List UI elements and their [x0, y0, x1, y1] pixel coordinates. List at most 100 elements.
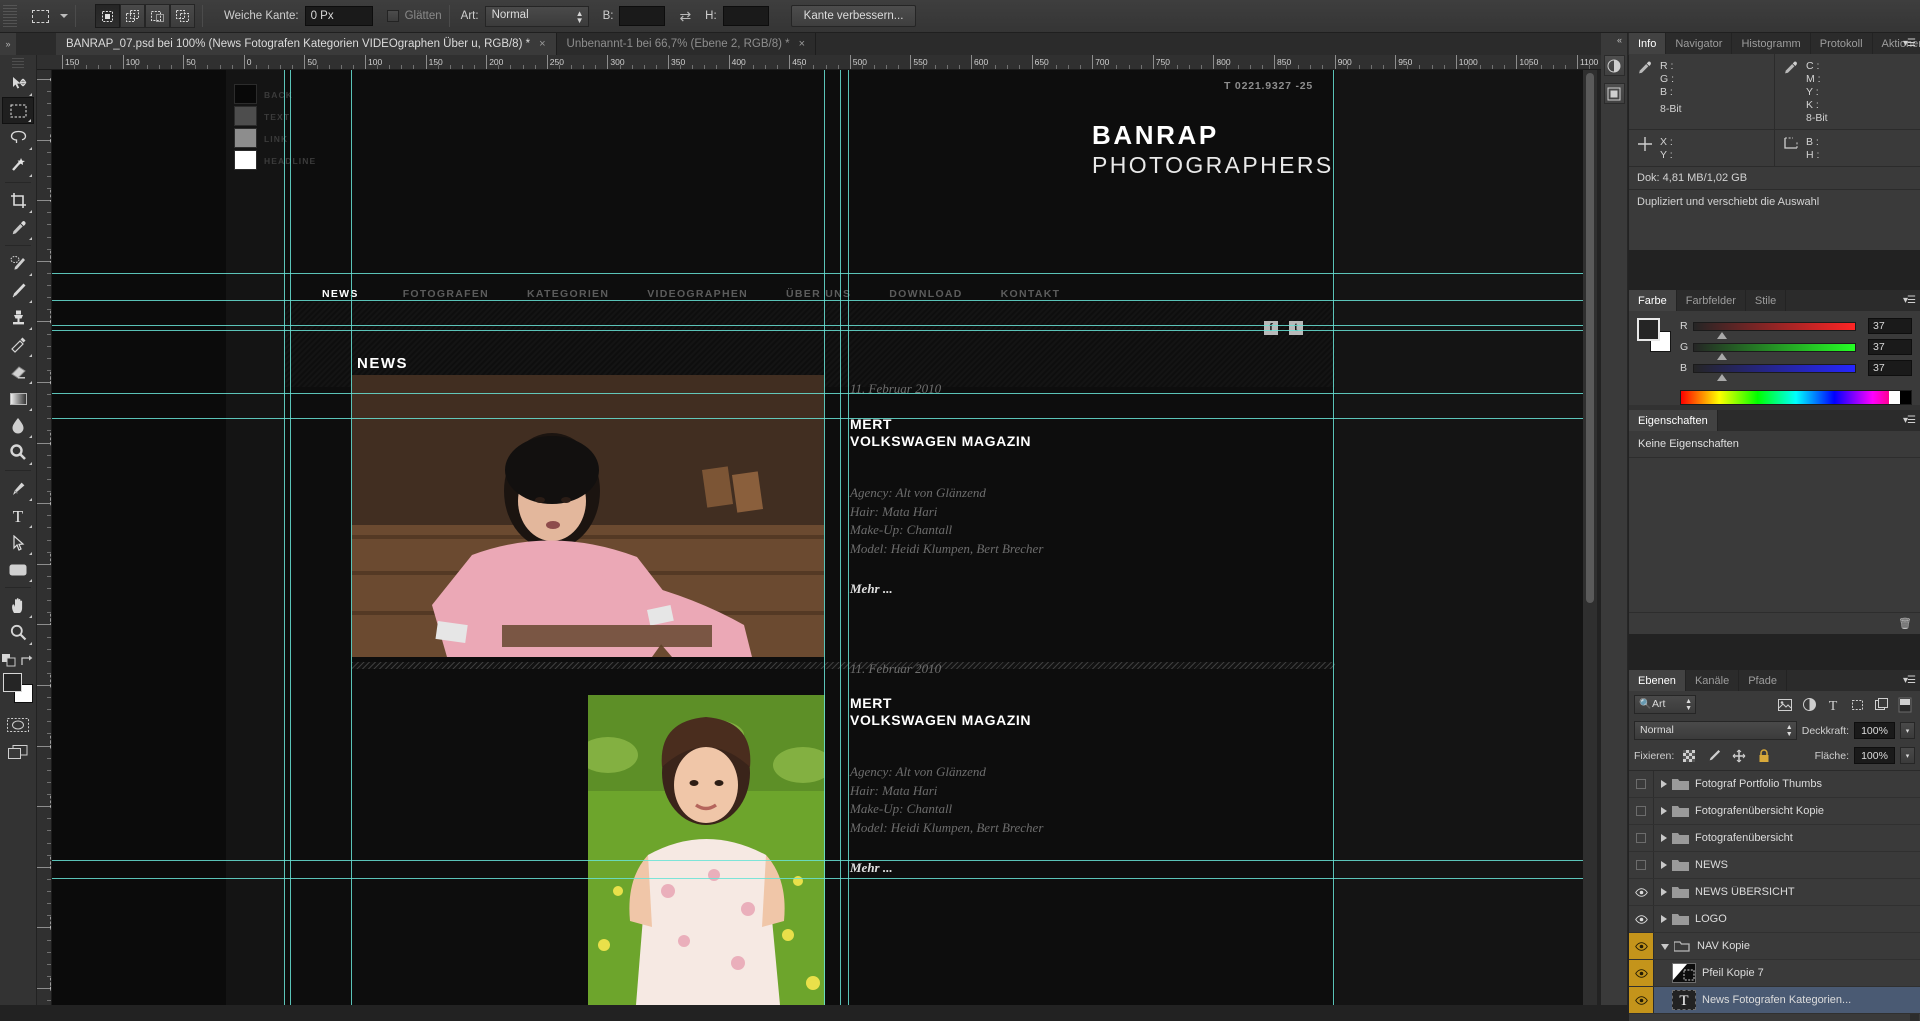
slider-thumb-g[interactable] [1716, 352, 1727, 360]
panel-menu-icon[interactable]: ▾☰ [1903, 675, 1916, 686]
refine-edge-button[interactable]: Kante verbessern... [790, 5, 917, 27]
gradient-tool[interactable] [2, 385, 34, 412]
close-icon[interactable]: × [539, 38, 545, 50]
layer-visibility-toggle[interactable] [1629, 906, 1654, 932]
layer-visibility-toggle[interactable] [1629, 933, 1654, 959]
table-row[interactable]: NEWS ÜBERSICHT [1629, 879, 1920, 906]
slider-thumb-b[interactable] [1716, 373, 1727, 381]
document-tab-banrap[interactable]: BANRAP_07.psd bei 100% (News Fotografen … [56, 33, 557, 55]
table-row[interactable]: Fotografenübersicht [1629, 825, 1920, 852]
brush-tool[interactable] [2, 277, 34, 304]
table-row[interactable]: Pfeil Kopie 7 [1629, 960, 1920, 987]
intersect-selection-icon[interactable] [170, 4, 195, 28]
table-row[interactable]: Fotograf Portfolio Thumbs [1629, 771, 1920, 798]
pen-tool[interactable] [2, 475, 34, 502]
panel-menu-icon[interactable]: ▾☰ [1903, 38, 1916, 49]
options-bar-grip[interactable] [3, 4, 17, 28]
tab-stile[interactable]: Stile [1745, 290, 1787, 311]
info-panel-tabs[interactable]: Info Navigator Histogramm Protokoll Akti… [1629, 33, 1920, 54]
active-tool-preview[interactable] [27, 3, 53, 29]
tab-eigenschaften[interactable]: Eigenschaften [1629, 410, 1718, 431]
add-to-selection-icon[interactable] [120, 4, 145, 28]
guide-vertical[interactable] [824, 70, 825, 1005]
magic-wand-tool[interactable] [2, 151, 34, 178]
width-input[interactable] [619, 6, 666, 26]
color-fg-bg-swatches[interactable] [1637, 318, 1671, 352]
layer-visibility-toggle[interactable] [1629, 798, 1654, 824]
type-tool[interactable]: T [2, 502, 34, 529]
nav-item-kategorien[interactable]: KATEGORIEN [527, 288, 609, 300]
tab-farbe[interactable]: Farbe [1629, 290, 1677, 311]
panel-menu-icon[interactable]: ▾☰ [1903, 415, 1916, 426]
black-white-swatches[interactable] [1889, 391, 1911, 404]
facebook-icon[interactable]: f [1264, 321, 1278, 335]
scrollbar-thumb[interactable] [1586, 73, 1594, 603]
default-colors-icon[interactable] [2, 654, 16, 667]
subtract-from-selection-icon[interactable] [145, 4, 170, 28]
lasso-tool[interactable] [2, 124, 34, 151]
layer-list[interactable]: Fotograf Portfolio Thumbs Fotografenüber… [1629, 771, 1920, 1021]
filter-toggle-switch[interactable] [1895, 695, 1915, 714]
chevron-right-icon[interactable] [1661, 780, 1667, 788]
table-row[interactable]: T News Fotografen Kategorien... [1629, 987, 1920, 1014]
swap-dimensions-icon[interactable]: ⇄ [679, 8, 691, 25]
eraser-tool[interactable] [2, 358, 34, 385]
screen-mode-icon[interactable] [2, 738, 34, 765]
path-selection-tool[interactable] [2, 529, 34, 556]
lock-transparency-icon[interactable] [1679, 746, 1699, 765]
layer-visibility-toggle[interactable] [1629, 960, 1654, 986]
close-icon[interactable]: × [799, 38, 805, 50]
zoom-tool[interactable] [2, 619, 34, 646]
selection-mode-group[interactable] [95, 4, 195, 28]
vertical-ruler[interactable]: 0501001502002503003504004505005506006507… [37, 70, 52, 1005]
foreground-color-swatch[interactable] [1637, 318, 1660, 341]
chevron-right-icon[interactable] [1661, 807, 1667, 815]
layer-visibility-toggle[interactable] [1629, 852, 1654, 878]
crop-tool[interactable] [2, 187, 34, 214]
chevron-right-icon[interactable] [1661, 915, 1667, 923]
double-chevron-right-icon[interactable]: » [0, 33, 16, 55]
nav-item-kontakt[interactable]: KONTAKT [1001, 288, 1061, 300]
spot-healing-brush-tool[interactable] [2, 250, 34, 277]
guide-horizontal[interactable] [52, 418, 1583, 419]
tab-pfade[interactable]: Pfade [1739, 670, 1787, 691]
foreground-color-swatch[interactable] [3, 673, 22, 692]
panel-menu-icon[interactable]: ▾☰ [1903, 295, 1916, 306]
guide-vertical[interactable] [284, 70, 285, 1005]
hand-tool[interactable] [2, 592, 34, 619]
opacity-input[interactable] [1854, 722, 1895, 739]
nav-item-download[interactable]: DOWNLOAD [889, 288, 962, 300]
slider-track-r[interactable] [1693, 321, 1856, 339]
lock-position-icon[interactable] [1729, 746, 1749, 765]
channel-value-g[interactable] [1868, 339, 1912, 355]
chevron-right-icon[interactable] [1661, 861, 1667, 869]
lock-image-icon[interactable] [1704, 746, 1724, 765]
trash-icon[interactable]: 🗑 [1898, 617, 1912, 630]
table-row[interactable]: NAV Kopie [1629, 933, 1920, 960]
layers-panel-tabs[interactable]: Ebenen Kanäle Pfade ▾☰ [1629, 670, 1920, 691]
guide-vertical[interactable] [840, 70, 841, 1005]
channel-value-r[interactable] [1868, 318, 1912, 334]
filter-smart-object-icon[interactable] [1871, 695, 1891, 714]
antialias-checkbox[interactable] [386, 10, 399, 22]
move-tool[interactable] [2, 70, 34, 97]
tool-preset-chevron-down-icon[interactable] [60, 14, 68, 18]
guide-horizontal[interactable] [52, 300, 1583, 301]
twitter-icon[interactable]: t [1289, 321, 1303, 335]
rectangle-tool[interactable] [2, 556, 34, 583]
table-row[interactable]: Fotografenübersicht Kopie [1629, 798, 1920, 825]
guide-vertical[interactable] [848, 70, 849, 1005]
eyedropper-tool[interactable] [2, 214, 34, 241]
nav-item-ueber-uns[interactable]: ÜBER UNS [786, 288, 851, 300]
tab-histogramm[interactable]: Histogramm [1732, 33, 1811, 54]
tab-info[interactable]: Info [1629, 33, 1667, 54]
clone-stamp-tool[interactable] [2, 304, 34, 331]
rectangular-marquee-tool[interactable] [2, 97, 34, 124]
chevron-down-icon[interactable] [1661, 944, 1669, 950]
tab-kanaele[interactable]: Kanäle [1685, 670, 1740, 691]
guide-horizontal[interactable] [52, 878, 1583, 879]
guide-horizontal[interactable] [52, 330, 1583, 331]
article-more-link[interactable]: Mehr ... [850, 860, 893, 876]
guide-vertical[interactable] [290, 70, 291, 1005]
quick-mask-icon[interactable] [2, 711, 34, 738]
